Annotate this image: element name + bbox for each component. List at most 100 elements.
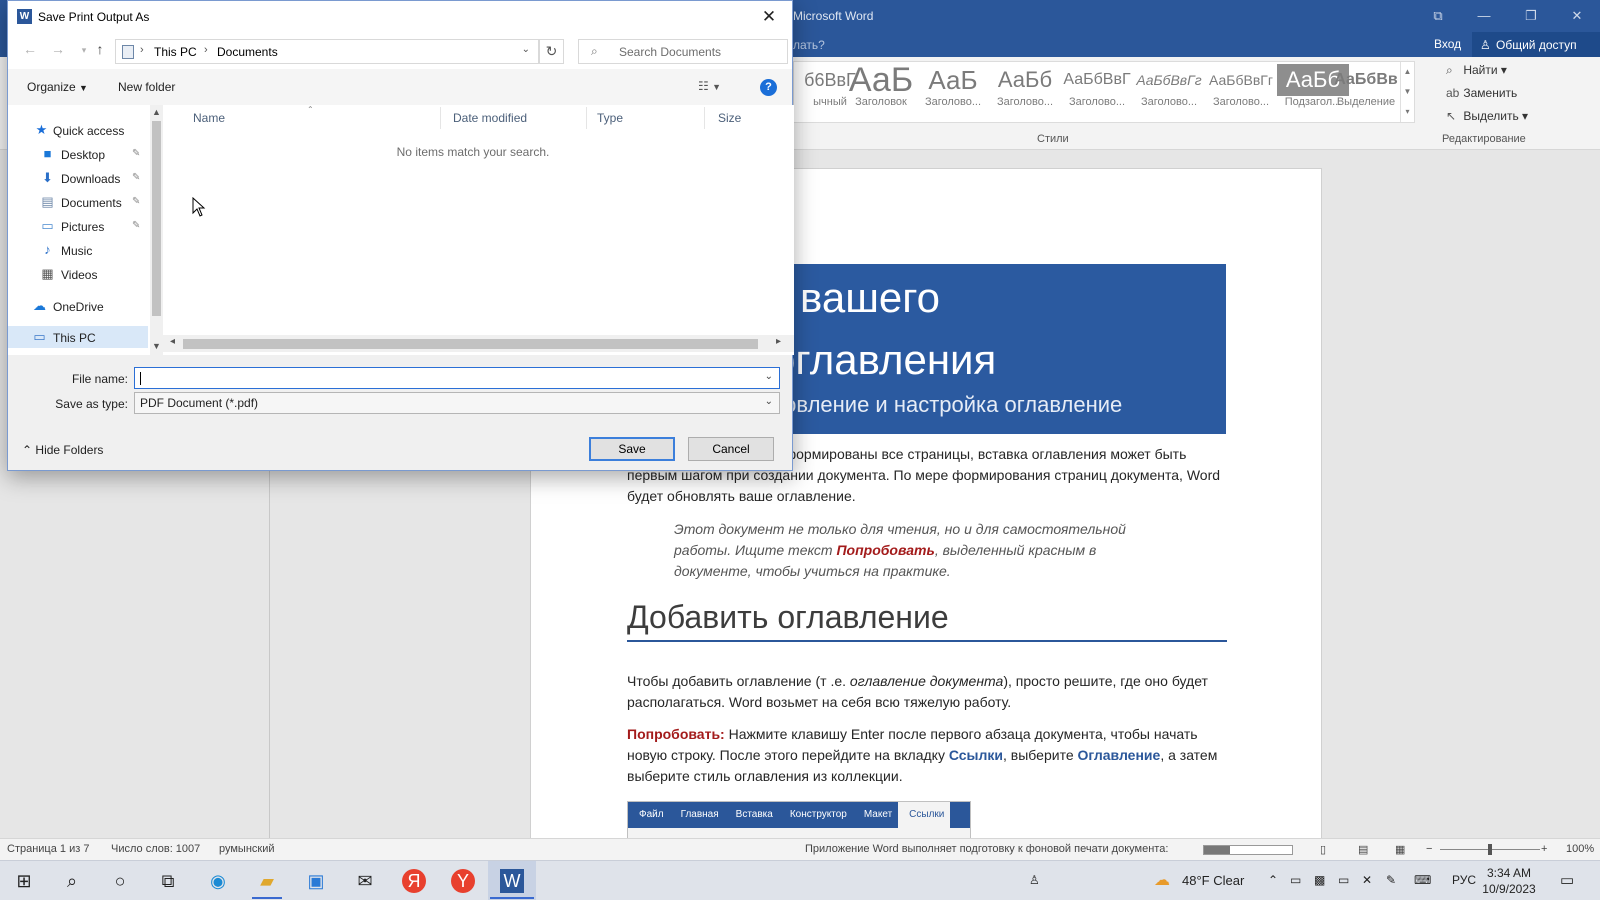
language-indicator[interactable]: румынский xyxy=(219,843,275,855)
yandex-icon[interactable]: Я xyxy=(402,869,426,893)
keyboard-icon[interactable]: ⌨ xyxy=(1414,873,1431,887)
tell-me-input[interactable]: лать? xyxy=(793,38,825,52)
ribbon-display-options-icon[interactable]: ⧉ xyxy=(1423,6,1453,26)
cancel-button[interactable]: Cancel xyxy=(688,437,774,461)
start-icon[interactable]: ⊞ xyxy=(12,869,36,893)
search-icon[interactable]: ⌕ xyxy=(60,869,84,893)
back-icon[interactable]: ← xyxy=(20,41,40,61)
file-name-field[interactable]: ⌄ xyxy=(134,367,780,389)
share-button[interactable]: ♙ Общий доступ xyxy=(1472,32,1600,57)
tray-app-icon[interactable]: ▭ xyxy=(1290,873,1301,887)
tree-item-documents[interactable]: ▤ Documents ✎ xyxy=(8,191,148,213)
help-icon[interactable]: ? xyxy=(760,79,777,96)
style-item[interactable]: АаБ Заголово... xyxy=(917,64,989,122)
page-count[interactable]: Страница 1 из 7 xyxy=(7,843,89,855)
cortana-icon[interactable]: ○ xyxy=(108,869,132,893)
refresh-button[interactable]: ↻ xyxy=(539,39,564,64)
new-folder-button[interactable]: New folder xyxy=(118,80,175,94)
zoom-out-icon[interactable]: − xyxy=(1426,843,1432,855)
organize-button[interactable]: Organize ▼ xyxy=(27,80,88,94)
replace-button[interactable]: ab Заменить xyxy=(1446,86,1517,100)
column-size[interactable]: Size xyxy=(718,111,741,125)
web-layout-icon[interactable]: ▦ xyxy=(1395,843,1405,856)
style-item[interactable]: АаБб Заголово... xyxy=(989,64,1061,122)
scroll-thumb[interactable] xyxy=(183,339,758,349)
chevron-down-icon[interactable]: ⌄ xyxy=(765,371,773,382)
close-icon[interactable]: ✕ xyxy=(754,5,784,29)
tree-item-music[interactable]: ♪ Music xyxy=(8,239,148,261)
find-button[interactable]: ⌕ Найти ▾ xyxy=(1446,63,1507,78)
tray-chevron-icon[interactable]: ⌃ xyxy=(1268,873,1278,887)
tree-scrollbar[interactable]: ▲ ▼ xyxy=(150,105,163,355)
tray-app-icon[interactable]: ▩ xyxy=(1314,873,1325,887)
input-language[interactable]: РУС xyxy=(1452,873,1476,887)
column-divider[interactable] xyxy=(586,107,587,129)
style-item[interactable]: АаБбВвГг Заголово... xyxy=(1133,64,1205,122)
notifications-icon[interactable]: ▭ xyxy=(1560,871,1574,889)
breadcrumb-this-pc[interactable]: This PC xyxy=(154,45,197,59)
tree-item-desktop[interactable]: ■ Desktop ✎ xyxy=(8,143,148,165)
print-layout-icon[interactable]: ▤ xyxy=(1358,843,1368,856)
hide-folders-button[interactable]: ⌃ Hide Folders xyxy=(22,443,103,457)
scroll-down-icon[interactable]: ▼ xyxy=(150,341,163,351)
zoom-level[interactable]: 100% xyxy=(1566,843,1594,855)
scroll-up-icon[interactable]: ▲ xyxy=(150,107,163,117)
search-input[interactable]: ⌕ Search Documents xyxy=(578,39,788,64)
gallery-scroll[interactable]: ▲ ▼ ▾ xyxy=(1400,62,1414,122)
file-list-hscrollbar[interactable]: ◂ ▸ xyxy=(163,335,794,352)
sign-in-link[interactable]: Вход xyxy=(1434,37,1461,51)
scroll-thumb[interactable] xyxy=(152,121,161,316)
zoom-slider[interactable] xyxy=(1440,844,1540,855)
tree-item-this-pc[interactable]: ▭ This PC xyxy=(8,326,148,348)
breadcrumb-documents[interactable]: Documents xyxy=(217,45,278,59)
weather-text[interactable]: 48°F Clear xyxy=(1182,873,1244,888)
style-item[interactable]: АаБбВвГ Заголово... xyxy=(1061,64,1133,122)
word-icon[interactable]: W xyxy=(500,869,524,893)
column-date-modified[interactable]: Date modified xyxy=(453,111,527,125)
address-bar[interactable]: › This PC › Documents ⌄ xyxy=(115,39,539,64)
close-icon[interactable]: ✕ xyxy=(1562,6,1592,26)
tree-item-downloads[interactable]: ⬇ Downloads ✎ xyxy=(8,167,148,189)
change-view-button[interactable]: ☷ ▼ xyxy=(698,79,721,93)
style-item[interactable]: АаБбВв Выделение xyxy=(1330,64,1402,122)
forward-icon[interactable]: → xyxy=(48,41,68,61)
edge-icon[interactable]: ◉ xyxy=(206,869,230,893)
store-icon[interactable]: ▣ xyxy=(304,869,328,893)
yandex-browser-icon[interactable]: Y xyxy=(451,869,475,893)
column-name[interactable]: Name xyxy=(193,111,225,125)
scroll-left-icon[interactable]: ◂ xyxy=(170,336,175,347)
style-item[interactable]: АаБ Заголовок xyxy=(845,64,917,122)
network-icon[interactable]: ▭ xyxy=(1338,873,1349,887)
chevron-down-icon[interactable]: ⌄ xyxy=(522,44,530,55)
file-explorer-icon[interactable]: ▰ xyxy=(255,869,279,893)
clock[interactable]: 3:34 AM 10/9/2023 xyxy=(1474,865,1544,897)
tree-item-videos[interactable]: ▦ Videos xyxy=(8,263,148,285)
volume-muted-icon[interactable]: ✕ xyxy=(1362,873,1372,887)
save-button[interactable]: Save xyxy=(589,437,675,461)
scroll-right-icon[interactable]: ▸ xyxy=(776,336,781,347)
task-view-icon[interactable]: ⧉ xyxy=(156,869,180,893)
read-mode-icon[interactable]: ▯ xyxy=(1320,843,1326,856)
zoom-in-icon[interactable]: + xyxy=(1541,843,1547,855)
style-item[interactable]: АаБбВвГг Заголово... xyxy=(1205,64,1277,122)
column-type[interactable]: Type xyxy=(597,111,623,125)
weather-icon[interactable]: ☁ xyxy=(1154,870,1170,890)
zoom-thumb[interactable] xyxy=(1488,844,1492,855)
save-as-type-select[interactable]: PDF Document (*.pdf) ⌄ xyxy=(134,392,780,414)
mail-icon[interactable]: ✉ xyxy=(353,869,377,893)
word-count[interactable]: Число слов: 1007 xyxy=(111,843,200,855)
tree-item-onedrive[interactable]: ☁ OneDrive xyxy=(8,295,148,317)
pen-icon[interactable]: ✎ xyxy=(1386,873,1396,887)
select-button[interactable]: ↖ Выделить ▾ xyxy=(1446,109,1528,123)
up-icon[interactable]: ↑ xyxy=(90,41,110,61)
people-icon[interactable]: ♙ xyxy=(1029,873,1040,887)
chevron-down-icon[interactable]: ⌄ xyxy=(765,396,773,407)
tree-item-quick-access[interactable]: ★ Quick access xyxy=(8,119,148,141)
column-divider[interactable] xyxy=(440,107,441,129)
minimize-icon[interactable]: — xyxy=(1469,6,1499,26)
column-divider[interactable] xyxy=(704,107,705,129)
maximize-icon[interactable]: ❐ xyxy=(1516,6,1546,26)
file-list[interactable]: ⌃ Name Date modified Type Size No items … xyxy=(163,105,794,355)
tree-item-pictures[interactable]: ▭ Pictures ✎ xyxy=(8,215,148,237)
chevron-right-icon[interactable]: › xyxy=(204,44,208,56)
